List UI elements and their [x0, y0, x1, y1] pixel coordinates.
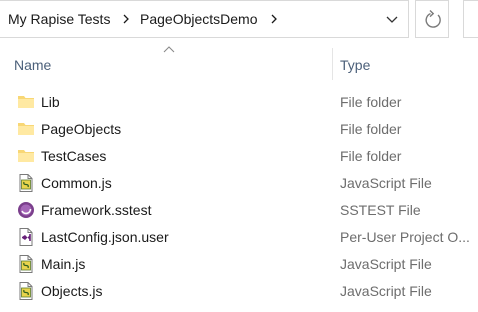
list-item[interactable]: Common.js JavaScript File [0, 170, 478, 197]
file-type: File folder [340, 121, 402, 137]
javascript-file-icon [19, 255, 33, 273]
column-header-name[interactable]: Name [14, 56, 51, 74]
file-name: Common.js [41, 175, 112, 191]
list-item[interactable]: LastConfig.json.user Per-User Project O.… [0, 224, 478, 251]
file-type: File folder [340, 94, 402, 110]
file-name: LastConfig.json.user [41, 229, 169, 245]
sstest-file-icon [18, 202, 34, 218]
breadcrumb-pageobjectsdemo[interactable]: PageObjectsDemo [140, 10, 258, 28]
folder-icon [18, 123, 34, 135]
file-name: PageObjects [41, 121, 122, 137]
file-name: Objects.js [41, 283, 103, 299]
file-type: JavaScript File [340, 283, 432, 299]
address-bar[interactable]: My Rapise Tests PageObjectsDemo [0, 0, 409, 38]
file-explorer-window: My Rapise Tests PageObjectsDemo Name Typ… [0, 0, 478, 312]
chevron-right-icon[interactable] [120, 13, 132, 25]
folder-icon [18, 150, 34, 162]
list-item[interactable]: Framework.sstest SSTEST File [0, 197, 478, 224]
file-name: Lib [41, 94, 60, 110]
file-name: Main.js [41, 256, 86, 272]
visual-studio-user-file-icon [19, 228, 33, 246]
refresh-icon [425, 9, 441, 28]
search-box[interactable] [463, 0, 478, 38]
file-name: Framework.sstest [41, 202, 152, 218]
file-type: JavaScript File [340, 256, 432, 272]
file-name: TestCases [41, 148, 107, 164]
list-item[interactable]: TestCases File folder [0, 143, 478, 170]
folder-icon [18, 96, 34, 108]
list-item[interactable]: PageObjects File folder [0, 116, 478, 143]
chevron-right-icon[interactable] [268, 13, 280, 25]
file-type: Per-User Project O... [340, 229, 470, 245]
breadcrumb-my-rapise-tests[interactable]: My Rapise Tests [8, 10, 110, 28]
column-header-type[interactable]: Type [340, 56, 370, 74]
list-item[interactable]: Lib File folder [0, 89, 478, 116]
list-item[interactable]: Main.js JavaScript File [0, 251, 478, 278]
file-list: Lib File folder PageObjects File folder … [0, 89, 478, 305]
file-type: File folder [340, 148, 402, 164]
file-type: SSTEST File [340, 202, 421, 218]
list-item[interactable]: Objects.js JavaScript File [0, 278, 478, 305]
column-header-row: Name Type [0, 48, 478, 80]
refresh-button[interactable] [415, 0, 449, 38]
javascript-file-icon [19, 174, 33, 192]
chevron-down-icon[interactable] [377, 1, 407, 37]
javascript-file-icon [19, 282, 33, 300]
column-divider[interactable] [332, 48, 333, 80]
file-type: JavaScript File [340, 175, 432, 191]
